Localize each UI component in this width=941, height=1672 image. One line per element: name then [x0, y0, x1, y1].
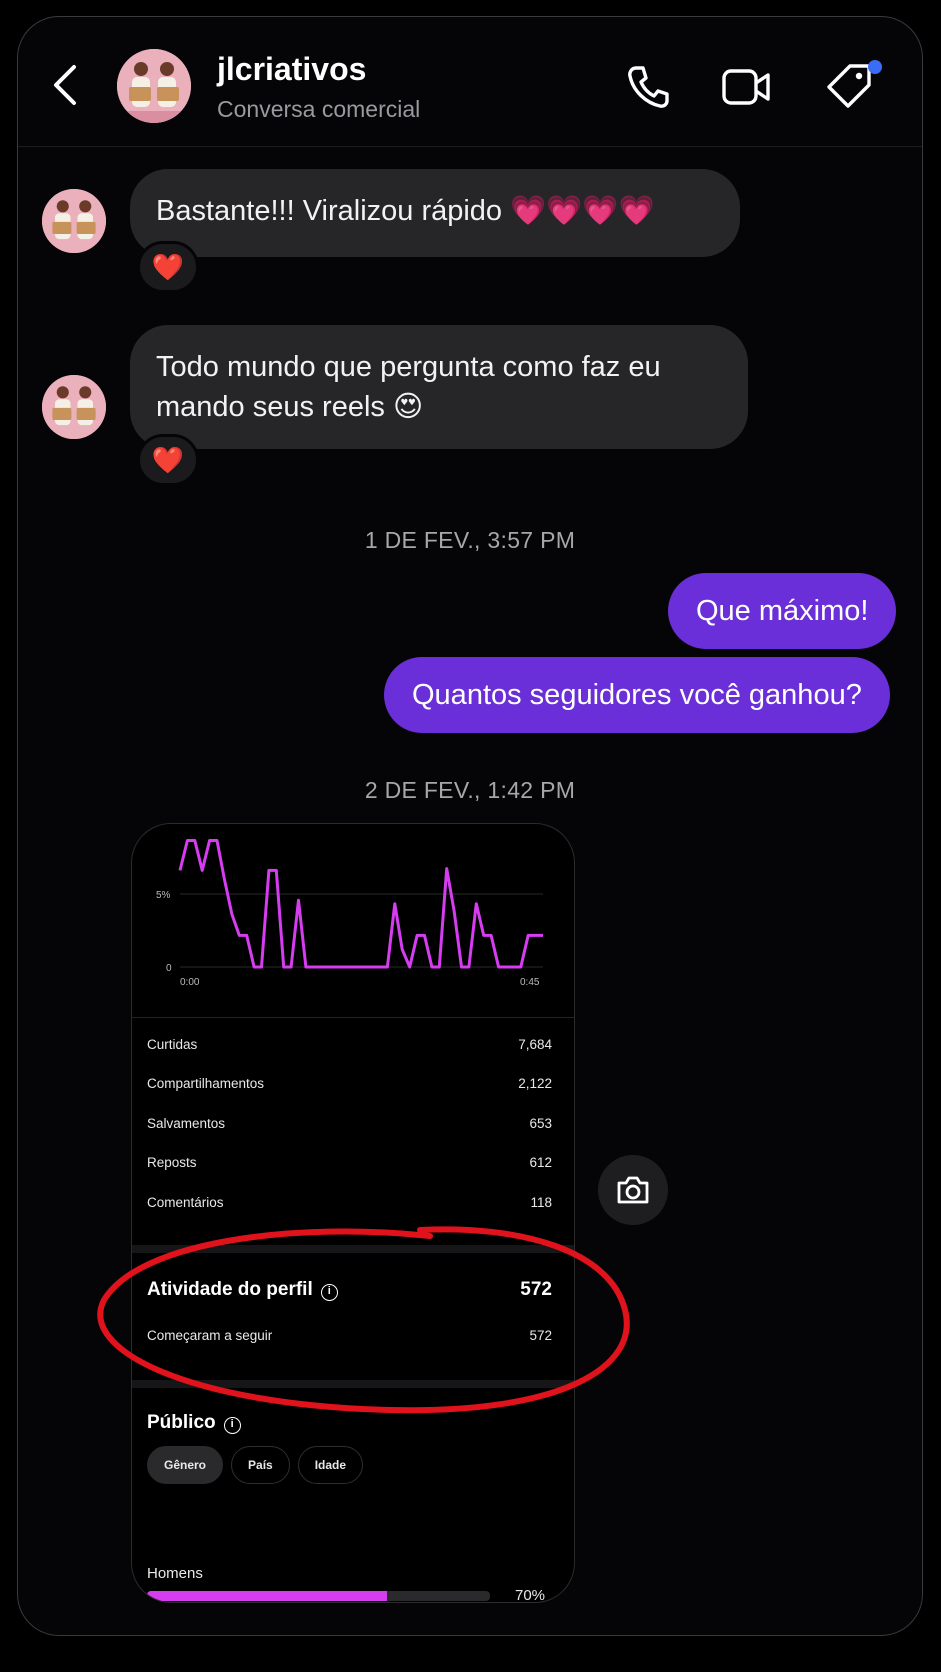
sender-avatar[interactable] — [42, 189, 106, 253]
stat-row-saves: Salvamentos 653 — [147, 1116, 552, 1131]
message-text: Bastante!!! Viralizou rápido 💗💗💗💗 — [156, 195, 655, 227]
stat-row-follows: Começaram a seguir 572 — [147, 1328, 552, 1343]
stat-value: 2,122 — [518, 1076, 552, 1091]
chat-subtitle: Conversa comercial — [217, 96, 421, 122]
section-title: Atividade do perfil — [147, 1279, 313, 1300]
chat-header: jlcriativos Conversa comercial — [18, 17, 922, 147]
series-line — [178, 839, 543, 969]
camera-icon[interactable] — [598, 1155, 668, 1225]
views-line-chart: 5% 0 0:00 0:45 — [156, 839, 543, 988]
bar-percent: 70% — [515, 1587, 546, 1603]
chip-country[interactable]: País — [231, 1446, 290, 1484]
notification-dot — [868, 60, 882, 74]
stat-value: 572 — [529, 1328, 552, 1343]
audience-section-title: Público i — [147, 1412, 241, 1434]
gender-bar — [147, 1591, 490, 1601]
stat-value: 612 — [529, 1155, 552, 1170]
incoming-message[interactable]: Bastante!!! Viralizou rápido 💗💗💗💗 — [130, 169, 740, 257]
stat-label: Começaram a seguir — [147, 1328, 273, 1343]
stat-label: Curtidas — [147, 1037, 198, 1052]
timestamp: 1 DE FEV., 3:57 PM — [364, 527, 576, 553]
heart-reaction-icon[interactable]: ❤️ — [137, 241, 199, 293]
bar-label: Homens — [147, 1565, 203, 1582]
timestamp: 2 DE FEV., 1:42 PM — [364, 777, 576, 803]
y-tick-label: 0 — [166, 963, 172, 974]
avatar[interactable] — [117, 49, 191, 123]
outgoing-message[interactable]: Quantos seguidores você ganhou? — [384, 657, 890, 733]
section-title: Público — [147, 1412, 216, 1433]
y-tick-label: 5% — [156, 890, 171, 901]
phone-frame: jlcriativos Conversa comercial Bastante!… — [17, 16, 923, 1636]
outgoing-message[interactable]: Que máximo! — [668, 573, 897, 649]
stat-label: Compartilhamentos — [147, 1076, 265, 1091]
stat-label: Salvamentos — [147, 1116, 226, 1131]
shared-insights-screenshot[interactable]: 5% 0 0:00 0:45 Curtidas 7,684 Compartilh… — [131, 823, 575, 1603]
back-arrow-icon[interactable] — [46, 61, 86, 109]
phone-icon[interactable] — [622, 61, 674, 113]
stat-label: Reposts — [147, 1155, 197, 1170]
gender-bar-fill — [147, 1591, 388, 1601]
divider — [132, 1017, 574, 1018]
message-text: Todo mundo que pergunta como faz eu mand… — [156, 351, 661, 423]
chat-username[interactable]: jlcriativos — [217, 51, 366, 88]
stat-row-reposts: Reposts 612 — [147, 1155, 552, 1170]
stat-value: 118 — [530, 1195, 552, 1210]
stat-value: 653 — [529, 1116, 552, 1131]
heart-reaction-icon[interactable]: ❤️ — [137, 434, 199, 486]
info-icon: i — [223, 1417, 241, 1434]
incoming-message[interactable]: Todo mundo que pergunta como faz eu mand… — [130, 325, 748, 449]
stat-value: 7,684 — [518, 1037, 552, 1052]
profile-activity-header: Atividade do perfil i 572 — [147, 1279, 552, 1301]
x-tick-label: 0:00 — [180, 977, 200, 988]
info-icon: i — [320, 1284, 338, 1301]
stat-row-comments: Comentários 118 — [147, 1195, 552, 1210]
audience-filter-chips: Gênero País Idade — [147, 1446, 364, 1484]
section-separator — [132, 1380, 574, 1388]
chip-age[interactable]: Idade — [297, 1446, 364, 1484]
stat-label: Comentários — [147, 1195, 224, 1210]
stat-row-shares: Compartilhamentos 2,122 — [147, 1076, 552, 1091]
section-separator — [132, 1245, 574, 1253]
x-tick-label: 0:45 — [520, 977, 540, 988]
sender-avatar[interactable] — [42, 375, 106, 439]
chip-gender[interactable]: Gênero — [147, 1446, 224, 1484]
activity-total: 572 — [520, 1279, 552, 1300]
video-camera-icon[interactable] — [720, 61, 772, 113]
stat-row-likes: Curtidas 7,684 — [147, 1037, 552, 1052]
